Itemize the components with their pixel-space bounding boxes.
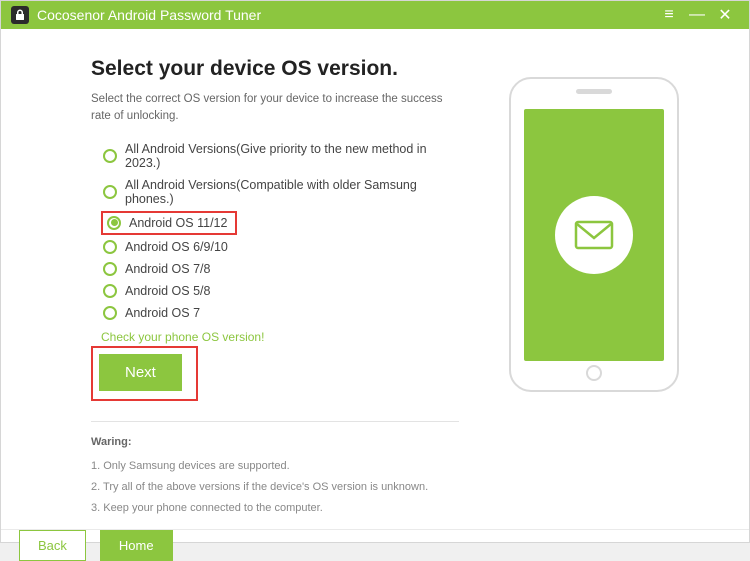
- radio-icon: [103, 306, 117, 320]
- os-option-7-8[interactable]: Android OS 7/8: [101, 258, 459, 280]
- warning-line-2: 2. Try all of the above versions if the …: [91, 477, 459, 498]
- left-column: Select your device OS version. Select th…: [91, 57, 459, 519]
- page-subheading: Select the correct OS version for your d…: [91, 91, 459, 126]
- os-option-6-9-10[interactable]: Android OS 6/9/10: [101, 236, 459, 258]
- radio-icon: [103, 149, 117, 163]
- radio-icon: [107, 216, 121, 230]
- radio-icon: [103, 185, 117, 199]
- footer-bar: Back Home: [1, 529, 749, 561]
- radio-label: Android OS 11/12: [129, 216, 227, 230]
- back-button[interactable]: Back: [19, 530, 86, 561]
- radio-icon: [103, 240, 117, 254]
- next-button[interactable]: Next: [99, 354, 182, 391]
- home-button[interactable]: Home: [100, 530, 173, 561]
- minimize-button[interactable]: —: [683, 1, 711, 29]
- radio-icon: [103, 284, 117, 298]
- warning-line-3: 3. Keep your phone connected to the comp…: [91, 498, 459, 519]
- warning-line-1: 1. Only Samsung devices are supported.: [91, 456, 459, 477]
- title-bar: Cocosenor Android Password Tuner ≡ — ✕: [1, 1, 749, 29]
- warning-title: Waring:: [91, 432, 459, 453]
- right-column: [499, 57, 689, 519]
- os-option-all-older[interactable]: All Android Versions(Compatible with old…: [101, 174, 459, 210]
- radio-label: Android OS 7: [125, 306, 200, 320]
- highlighted-option-box: Android OS 11/12: [101, 211, 237, 235]
- os-option-7[interactable]: Android OS 7: [101, 302, 459, 324]
- envelope-icon: [574, 220, 614, 250]
- warning-section: Waring: 1. Only Samsung devices are supp…: [91, 421, 459, 520]
- radio-label: Android OS 6/9/10: [125, 240, 228, 254]
- os-option-11-12[interactable]: Android OS 11/12: [105, 213, 229, 233]
- content-area: Select your device OS version. Select th…: [1, 29, 749, 529]
- os-options-group: All Android Versions(Give priority to th…: [101, 138, 459, 324]
- app-title: Cocosenor Android Password Tuner: [37, 7, 261, 23]
- os-option-all-2023[interactable]: All Android Versions(Give priority to th…: [101, 138, 459, 174]
- radio-label: All Android Versions(Compatible with old…: [125, 178, 457, 206]
- os-option-5-8[interactable]: Android OS 5/8: [101, 280, 459, 302]
- app-window: Cocosenor Android Password Tuner ≡ — ✕ S…: [0, 0, 750, 543]
- radio-label: Android OS 5/8: [125, 284, 210, 298]
- check-os-version-link[interactable]: Check your phone OS version!: [101, 330, 459, 344]
- radio-icon: [103, 262, 117, 276]
- phone-illustration: [509, 77, 679, 392]
- next-highlight-box: Next: [91, 346, 198, 401]
- radio-label: Android OS 7/8: [125, 262, 210, 276]
- phone-screen: [524, 109, 664, 361]
- mail-circle-icon: [555, 196, 633, 274]
- menu-button[interactable]: ≡: [655, 1, 683, 29]
- app-logo-icon: [11, 6, 29, 24]
- page-heading: Select your device OS version.: [91, 57, 459, 81]
- close-button[interactable]: ✕: [711, 1, 739, 29]
- radio-label: All Android Versions(Give priority to th…: [125, 142, 457, 170]
